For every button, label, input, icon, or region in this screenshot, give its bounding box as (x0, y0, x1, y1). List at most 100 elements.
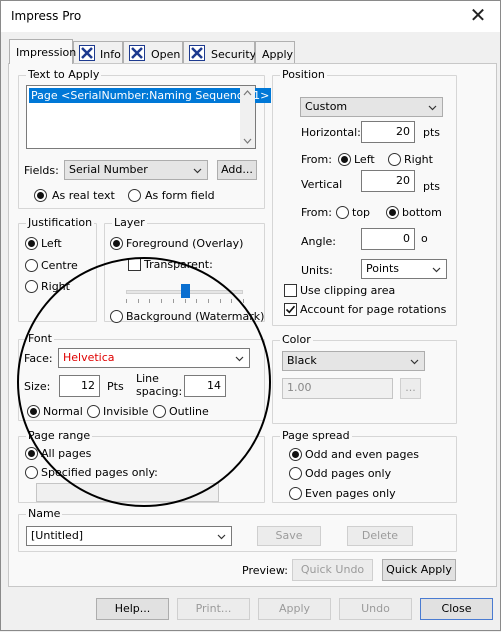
size-input[interactable]: 12 (59, 375, 100, 397)
background-radio[interactable] (110, 310, 123, 323)
help-button[interactable]: Help... (96, 598, 169, 620)
tab-impression-label: Impression (16, 46, 77, 59)
color-select-value: Black (287, 354, 317, 367)
slider-tick (184, 299, 186, 303)
slider-tick (207, 299, 209, 303)
from-right-radio[interactable] (388, 153, 401, 166)
transparency-slider-thumb[interactable] (180, 284, 190, 298)
textarea-scrollbar[interactable] (240, 86, 255, 148)
horizontal-label: Horizontal: (301, 126, 361, 139)
slider-tick (196, 299, 198, 303)
apply-button[interactable]: Apply (258, 598, 331, 620)
vertical-units: pts (423, 180, 441, 193)
tab-security-label: Security (211, 48, 257, 61)
slider-tick (172, 299, 174, 303)
tab-open-label: Open (151, 48, 181, 61)
justify-right-radio[interactable] (25, 280, 38, 293)
style-normal-radio[interactable] (27, 405, 40, 418)
help-button-label: Help... (114, 602, 151, 615)
justification-group: Justification Left Centre Right (18, 216, 97, 322)
horizontal-input[interactable]: 20 (361, 121, 415, 143)
from-left-label: Left (354, 153, 375, 166)
slider-tick (126, 299, 127, 303)
x-box-icon (129, 45, 145, 61)
fields-select[interactable]: Serial Number (64, 160, 208, 180)
from-bottom-radio[interactable] (386, 206, 399, 219)
x-box-icon (189, 45, 205, 61)
specified-pages-label: Specified pages only: (41, 466, 158, 479)
tab-security[interactable]: Security (183, 41, 257, 63)
position-preset-select[interactable]: Custom (300, 97, 443, 117)
color-select[interactable]: Black (282, 351, 425, 371)
units-select[interactable]: Points (361, 259, 447, 279)
from-v-label: From: (301, 206, 332, 219)
window-close-icon[interactable]: ✕ (466, 5, 490, 27)
slider-tick (149, 299, 151, 303)
justify-left-label: Left (41, 237, 62, 250)
chevron-down-icon (432, 267, 441, 273)
line-spacing-label-2: spacing: (136, 385, 183, 398)
quick-apply-button[interactable]: Quick Apply (382, 559, 456, 581)
even-only-radio[interactable] (289, 487, 302, 500)
color-more-button[interactable]: ... (400, 378, 421, 399)
layer-group: Layer Foreground (Overlay) Transparent: … (104, 216, 265, 323)
justify-centre-radio[interactable] (25, 259, 38, 272)
style-invisible-label: Invisible (103, 405, 149, 418)
delete-name-button[interactable]: Delete (347, 526, 413, 546)
style-normal-label: Normal (43, 405, 83, 418)
tab-info[interactable]: Info (73, 41, 123, 63)
from-h-label: From: (301, 153, 332, 166)
style-invisible-radio[interactable] (87, 405, 100, 418)
color-opacity-input[interactable]: 1.00 (282, 378, 393, 399)
justify-right-label: Right (41, 280, 70, 293)
tab-info-label: Info (100, 48, 121, 61)
from-left-radio[interactable] (338, 153, 351, 166)
transparent-label: Transparent: (144, 258, 213, 271)
foreground-radio[interactable] (110, 237, 123, 250)
specified-pages-input[interactable] (36, 483, 219, 502)
print-button[interactable]: Print... (177, 598, 250, 620)
angle-input[interactable]: 0 (361, 228, 415, 250)
undo-button[interactable]: Undo (339, 598, 412, 620)
name-group: Name [Untitled] Save Delete (18, 507, 457, 552)
justify-left-radio[interactable] (25, 237, 38, 250)
transparent-checkbox[interactable] (128, 258, 141, 271)
name-select[interactable]: [Untitled] (26, 526, 232, 546)
layer-legend: Layer (112, 216, 147, 230)
preview-label: Preview: (242, 564, 288, 577)
slider-tick (243, 299, 244, 303)
account-rotations-checkbox[interactable] (284, 303, 297, 316)
quick-undo-button[interactable]: Quick Undo (292, 559, 373, 581)
tab-impression[interactable]: Impression (9, 39, 77, 64)
chevron-down-icon (410, 359, 419, 365)
position-group: Position Custom Horizontal: 20 pts From:… (272, 68, 457, 326)
tab-open[interactable]: Open (123, 41, 183, 63)
page-spread-group: Page spread Odd and even pages Odd pages… (272, 429, 457, 503)
odd-only-radio[interactable] (289, 467, 302, 480)
tab-apply[interactable]: Apply (255, 41, 295, 63)
text-to-apply-textarea[interactable]: Page <SerialNumber:Naming Sequence 1> (26, 85, 272, 149)
style-outline-radio[interactable] (153, 405, 166, 418)
angle-label: Angle: (301, 235, 337, 248)
font-legend: Font (26, 332, 54, 346)
as-form-field-radio[interactable] (128, 189, 141, 202)
as-real-text-radio[interactable] (34, 189, 47, 202)
line-spacing-input[interactable]: 14 (184, 375, 226, 397)
odd-even-radio[interactable] (289, 448, 302, 461)
text-to-apply-legend: Text to Apply (26, 68, 102, 82)
slider-tick (219, 299, 221, 303)
use-clipping-checkbox[interactable] (284, 284, 297, 297)
from-top-radio[interactable] (336, 206, 349, 219)
tab-apply-label: Apply (262, 48, 294, 61)
close-button[interactable]: Close (420, 598, 493, 620)
horizontal-units: pts (423, 126, 441, 139)
face-select[interactable]: Helvetica (58, 348, 250, 368)
chevron-down-icon (428, 105, 437, 111)
position-legend: Position (280, 68, 327, 82)
specified-pages-radio[interactable] (25, 466, 38, 479)
vertical-input[interactable]: 20 (361, 170, 415, 192)
save-name-button[interactable]: Save (257, 526, 321, 546)
chevron-down-icon (193, 168, 202, 174)
add-field-button[interactable]: Add... (217, 160, 257, 180)
all-pages-radio[interactable] (25, 447, 38, 460)
